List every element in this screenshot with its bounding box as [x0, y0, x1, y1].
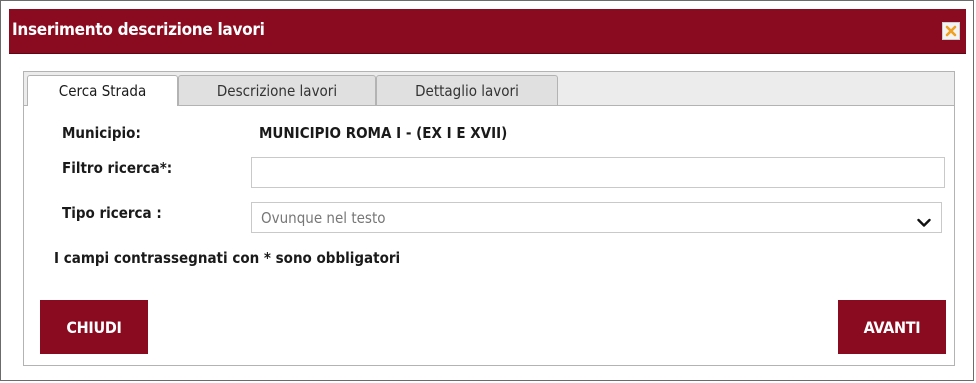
chevron-down-icon [917, 213, 931, 232]
dialog-title: Inserimento descrizione lavori [12, 20, 265, 40]
municipio-label: Municipio: [62, 124, 141, 142]
tab-descrizione-lavori[interactable]: Descrizione lavori [178, 75, 376, 105]
close-icon[interactable] [942, 22, 960, 40]
dialog: Inserimento descrizione lavori Cerca Str… [0, 0, 974, 381]
tipo-ricerca-value: Ovunque nel testo [261, 209, 386, 227]
chiudi-button[interactable]: CHIUDI [40, 300, 148, 354]
tab-bar: Cerca Strada Descrizione lavori Dettagli… [24, 72, 954, 106]
tipo-ricerca-label: Tipo ricerca : [62, 204, 162, 222]
municipio-value: MUNICIPIO ROMA I - (EX I E XVII) [259, 124, 508, 142]
tab-panel: Cerca Strada Descrizione lavori Dettagli… [23, 71, 955, 366]
filtro-ricerca-label: Filtro ricerca*: [62, 159, 173, 177]
tipo-ricerca-select[interactable]: Ovunque nel testo [251, 202, 942, 233]
tab-cerca-strada[interactable]: Cerca Strada [27, 75, 178, 106]
required-fields-note: I campi contrassegnati con * sono obblig… [54, 249, 401, 267]
dialog-titlebar: Inserimento descrizione lavori [9, 9, 966, 54]
avanti-button[interactable]: AVANTI [838, 300, 946, 354]
filtro-ricerca-input[interactable] [251, 157, 945, 188]
tab-dettaglio-lavori[interactable]: Dettaglio lavori [376, 75, 558, 105]
